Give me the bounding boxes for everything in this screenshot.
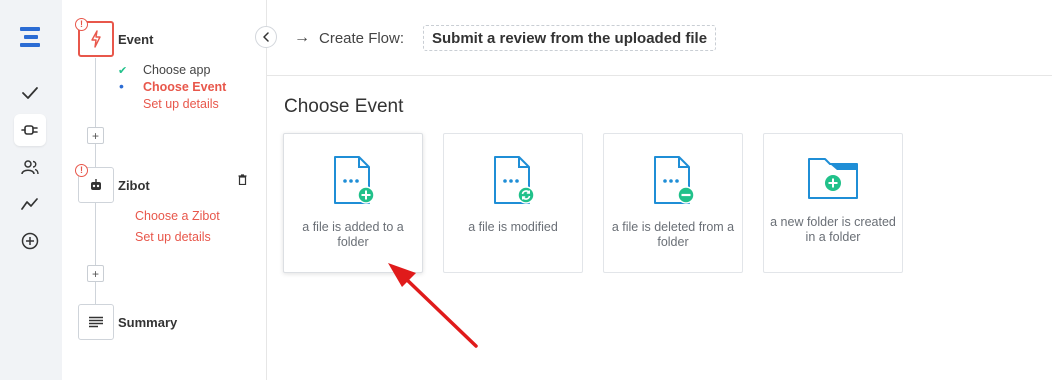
sub-step-zibot-set-up-details[interactable]: Set up details xyxy=(135,230,211,244)
file-sync-icon xyxy=(491,155,535,212)
collapse-sidebar-button[interactable] xyxy=(255,26,277,48)
event-card-label: a file is modified xyxy=(468,220,558,234)
zibot-warning-icon: ! xyxy=(75,164,88,177)
current-dot-icon: • xyxy=(119,78,124,94)
done-check-icon: ✔ xyxy=(118,65,128,77)
sub-step-choose-app[interactable]: Choose app xyxy=(143,63,210,77)
app-logo-icon[interactable] xyxy=(14,21,46,53)
summary-step-icon[interactable] xyxy=(78,304,114,340)
add-step-button[interactable]: + xyxy=(87,265,104,282)
event-card-folder-created[interactable]: a new folder is created in a folder xyxy=(763,133,903,273)
event-card-file-added[interactable]: a file is added to a folder xyxy=(283,133,423,273)
add-step-button[interactable]: + xyxy=(87,127,104,144)
event-card-file-modified[interactable]: a file is modified xyxy=(443,133,583,273)
create-flow-label: Create Flow: xyxy=(319,30,405,47)
steps-sidebar: ! Event ✔ Choose app • Choose Event Set … xyxy=(62,0,267,380)
users-icon[interactable] xyxy=(14,151,46,183)
event-card-label: a new folder is created in a folder xyxy=(770,215,896,244)
event-card-label: a file is added to a folder xyxy=(302,220,404,249)
event-card-label: a file is deleted from a folder xyxy=(611,220,735,249)
event-warning-icon: ! xyxy=(75,18,88,31)
check-icon[interactable] xyxy=(14,77,46,109)
folder-add-icon xyxy=(807,155,859,206)
sub-step-set-up-details[interactable]: Set up details xyxy=(143,97,219,111)
page-title: Choose Event xyxy=(284,96,404,117)
activity-icon[interactable] xyxy=(14,188,46,220)
plug-icon[interactable] xyxy=(14,114,46,146)
flow-name-field[interactable]: Submit a review from the uploaded file xyxy=(423,25,717,51)
sub-step-choose-event[interactable]: Choose Event xyxy=(143,80,226,94)
left-rail xyxy=(0,0,62,380)
arrow-right-icon: → xyxy=(294,29,310,46)
event-step-title[interactable]: Event xyxy=(118,32,153,47)
file-add-icon xyxy=(331,155,375,212)
annotation-arrow-icon xyxy=(388,263,478,348)
plus-circle-icon[interactable] xyxy=(14,225,46,257)
trash-icon[interactable] xyxy=(238,172,247,190)
file-remove-icon xyxy=(651,155,695,212)
zibot-step-title[interactable]: Zibot xyxy=(118,178,150,193)
sub-step-choose-zibot[interactable]: Choose a Zibot xyxy=(135,209,220,223)
page-header: → Create Flow: Submit a review from the … xyxy=(267,0,1052,76)
event-card-file-deleted[interactable]: a file is deleted from a folder xyxy=(603,133,743,273)
summary-step-title[interactable]: Summary xyxy=(118,315,177,330)
